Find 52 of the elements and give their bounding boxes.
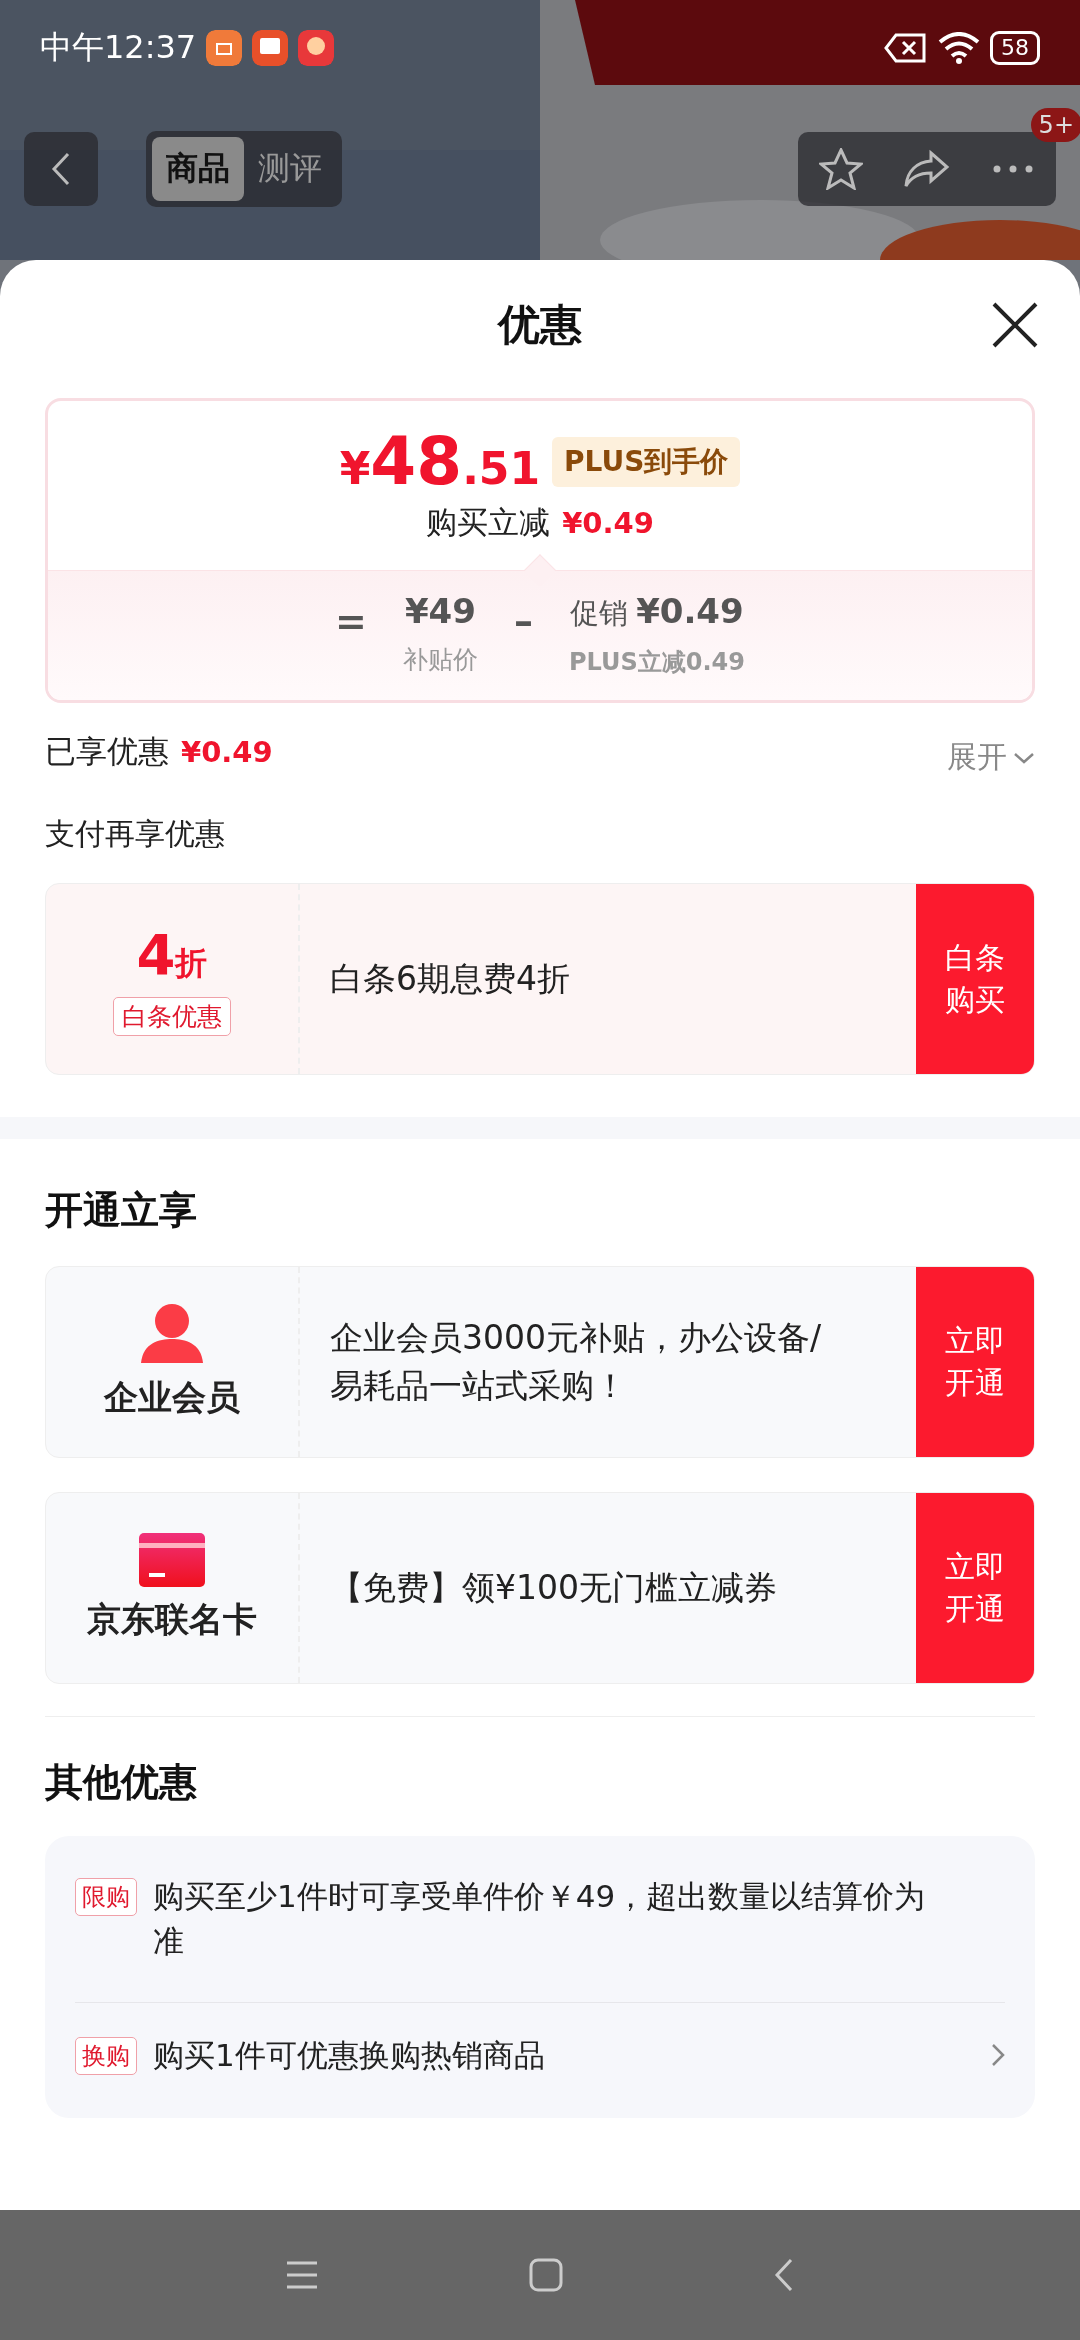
offer-tag: 限购 xyxy=(75,1878,137,1916)
promo-amount: ¥0.49 xyxy=(636,591,744,631)
section-title: 开通立享 xyxy=(44,1187,198,1234)
enjoyed-label: 已享优惠 xyxy=(45,731,169,771)
section-title: 支付再享优惠 xyxy=(44,815,226,853)
sheet-title: 优惠 xyxy=(498,299,582,351)
base-price: ¥49 xyxy=(404,591,476,631)
back-button[interactable] xyxy=(24,132,98,206)
promo-detail: PLUS立减0.49 xyxy=(568,647,745,678)
expand-button[interactable]: 展开 xyxy=(947,737,1035,778)
offer-name: 企业会员 xyxy=(104,1376,240,1419)
offer-button[interactable]: 立即开通 xyxy=(916,1493,1034,1683)
offer-button[interactable]: 白条购买 xyxy=(916,884,1034,1074)
wifi-icon xyxy=(938,32,980,64)
chevron-left-icon xyxy=(50,151,72,187)
close-icon[interactable] xyxy=(990,300,1040,350)
offer-description: 购买1件可优惠换购热销商品 xyxy=(153,2035,546,2075)
minus-sign: – xyxy=(513,599,533,643)
offer-description: 【免费】领¥100无门槛立减券 xyxy=(330,1567,777,1610)
reduction-label: 购买立减 xyxy=(426,503,551,542)
equals-sign: = xyxy=(335,599,367,643)
offer-description: 购买至少1件时可享受单件价￥49，超出数量以结算价为准 xyxy=(153,1877,927,1961)
offer-tag: 换购 xyxy=(75,2036,137,2075)
nav-tab[interactable]: 商品 xyxy=(152,137,244,201)
offer-description: 企业会员3000元补贴，办公设备/易耗品一站式采购！ xyxy=(330,1317,823,1407)
person-icon xyxy=(139,1303,205,1365)
menu-icon[interactable] xyxy=(285,2260,319,2290)
chevron-right-icon[interactable] xyxy=(991,2042,1005,2067)
home-icon[interactable] xyxy=(529,2258,563,2292)
status-time: 中午12:37 xyxy=(40,27,197,68)
offer-description: 白条6期息费4折 xyxy=(330,958,570,1001)
base-price-label: 补贴价 xyxy=(402,644,478,676)
app-icon xyxy=(252,30,289,66)
reduction-amount: ¥0.49 xyxy=(562,506,654,540)
offer-tag: 白条优惠 xyxy=(113,997,231,1036)
promo-label: 促销 xyxy=(570,595,629,632)
notification-badge: 5+ xyxy=(1030,108,1080,142)
offer-name: 京东联名卡 xyxy=(87,1598,257,1641)
app-icon xyxy=(206,30,243,66)
enjoyed-amount: ¥0.49 xyxy=(181,734,273,769)
chevron-down-icon xyxy=(1013,750,1035,765)
app-icon xyxy=(298,30,335,66)
card-icon xyxy=(139,1533,205,1587)
nav-tab[interactable]: 测评 xyxy=(244,137,336,201)
offer-button[interactable]: 立即开通 xyxy=(916,1267,1034,1457)
sim-icon xyxy=(884,32,928,64)
section-title: 其他优惠 xyxy=(44,1759,198,1806)
price-tag: PLUS到手价 xyxy=(552,436,741,487)
discount-value: 4折 xyxy=(136,922,208,987)
back-icon[interactable] xyxy=(773,2257,795,2293)
battery-level: 58 xyxy=(990,31,1040,65)
final-price: ¥48.51 xyxy=(339,423,541,500)
